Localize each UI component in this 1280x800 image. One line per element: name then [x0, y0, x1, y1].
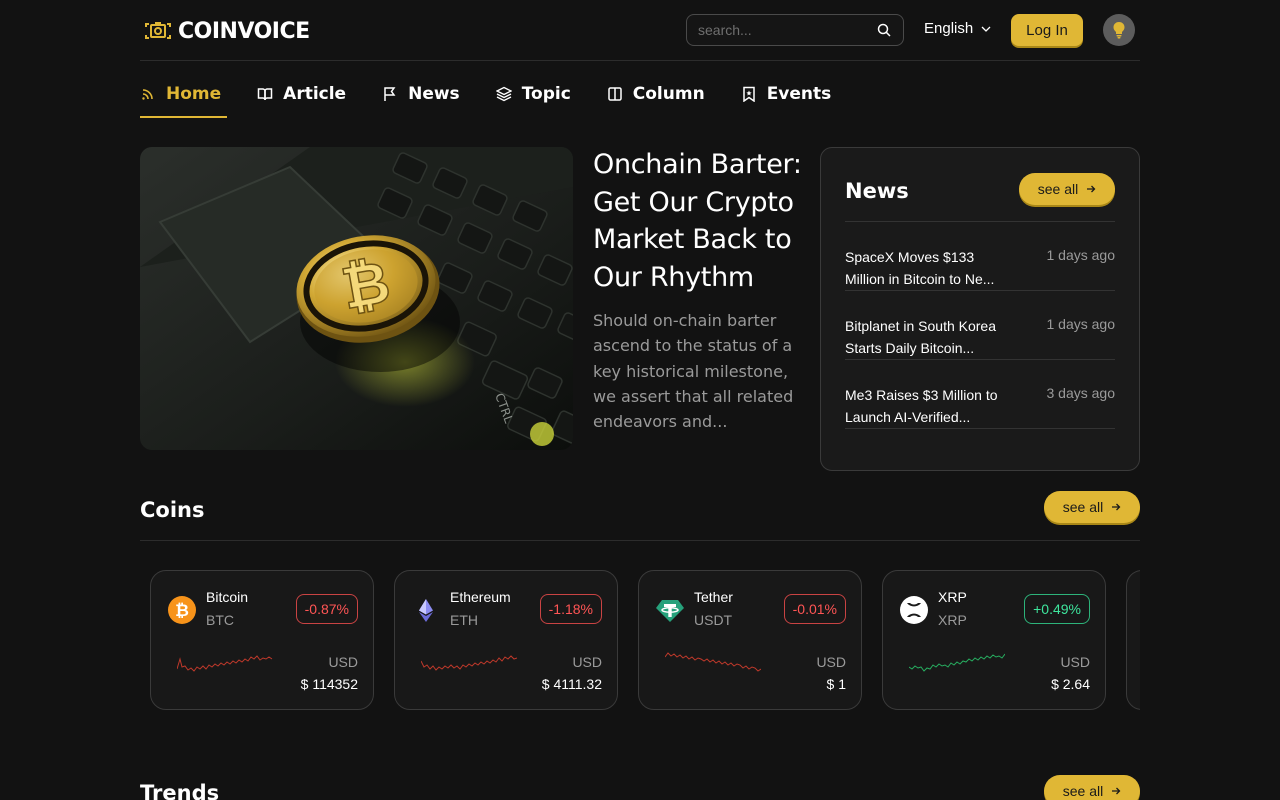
login-button[interactable]: Log In: [1011, 14, 1083, 46]
search-box[interactable]: [686, 14, 904, 46]
ethereum-icon: [419, 599, 433, 622]
coin-symbol: ETH: [450, 612, 478, 628]
hero-image[interactable]: ₿ CTRL: [140, 147, 573, 450]
xrp-icon: [900, 596, 928, 624]
news-item[interactable]: Me3 Raises $3 Million to Launch AI-Verif…: [845, 360, 1115, 429]
language-selector[interactable]: English: [924, 20, 991, 37]
section-divider: [140, 540, 1140, 541]
tether-icon: [656, 600, 684, 622]
coin-currency: USD: [328, 654, 358, 670]
news-item[interactable]: Bitplanet in South Korea Starts Daily Bi…: [845, 291, 1115, 360]
coin-price: $ 4111.32: [541, 676, 602, 692]
coin-card-xrp[interactable]: XRP XRP +0.49% USD $ 2.64: [882, 570, 1106, 710]
news-headline[interactable]: Me3 Raises $3 Million to Launch AI-Verif…: [845, 384, 1010, 428]
nav-item-events[interactable]: Events: [741, 70, 832, 118]
coin-name: XRP: [938, 589, 967, 605]
news-list: SpaceX Moves $133 Million in Bitcoin to …: [845, 221, 1115, 429]
layers-icon: [495, 86, 512, 102]
coin-change-badge: -0.01%: [783, 594, 846, 624]
coin-name: Tether: [694, 589, 733, 605]
coin-card-tether[interactable]: Tether USDT -0.01% USD $ 1: [638, 570, 862, 710]
news-time: 1 days ago: [1046, 247, 1116, 263]
arrow-right-icon: [1112, 503, 1121, 511]
coin-symbol: BTC: [206, 612, 234, 628]
book-icon: [257, 88, 273, 101]
sparkline: [909, 653, 1005, 672]
coin-card-partial[interactable]: [1126, 570, 1140, 710]
coin-change-badge: -1.18%: [539, 594, 602, 624]
nav-label: News: [408, 84, 460, 104]
coin-change-badge: +0.49%: [1024, 594, 1090, 624]
nav-item-news[interactable]: News: [382, 70, 460, 118]
logo[interactable]: COINVOICE: [144, 18, 310, 44]
rss-icon: [142, 89, 153, 100]
coins-carousel[interactable]: ₿ Bitcoin BTC -0.87% USD $ 114352 Ethere…: [140, 570, 1140, 710]
coin-currency: USD: [572, 654, 602, 670]
coin-currency: USD: [816, 654, 846, 670]
flag-icon: [384, 87, 396, 101]
coins-see-all-button[interactable]: see all: [1044, 491, 1140, 523]
see-all-label: see all: [1062, 783, 1104, 799]
arrow-right-icon: [1087, 185, 1096, 193]
sparkline: [665, 652, 761, 672]
nav-item-column[interactable]: Column: [607, 70, 705, 118]
nav-item-home[interactable]: Home: [140, 70, 228, 118]
trends-see-all-button[interactable]: see all: [1044, 775, 1140, 800]
see-all-label: see all: [1037, 181, 1079, 197]
svg-text:₿: ₿: [175, 601, 189, 621]
coin-currency: USD: [1060, 654, 1090, 670]
hero-title[interactable]: Onchain Barter: Get Our Crypto Market Ba…: [593, 146, 808, 296]
header: COINVOICE English Log In: [140, 0, 1140, 61]
sparkline: [421, 655, 517, 671]
coin-price: $ 2.64: [1051, 676, 1090, 692]
nav-label: Column: [632, 84, 705, 104]
search-icon[interactable]: [877, 23, 891, 37]
coin-symbol: USDT: [694, 612, 733, 628]
coins-section-title: Coins: [140, 498, 205, 522]
news-headline[interactable]: Bitplanet in South Korea Starts Daily Bi…: [845, 315, 1010, 359]
nav-item-article[interactable]: Article: [257, 70, 346, 118]
bitcoin-keyboard-image: ₿ CTRL: [140, 147, 573, 450]
bitcoin-icon: ₿: [168, 596, 196, 624]
theme-toggle[interactable]: [1103, 14, 1135, 46]
coin-card-bitcoin[interactable]: ₿ Bitcoin BTC -0.87% USD $ 114352: [150, 570, 374, 710]
news-panel: News see all SpaceX Moves $133 Million i…: [820, 147, 1140, 471]
logo-text: COINVOICE: [178, 18, 310, 44]
nav-label: Topic: [521, 84, 571, 104]
nav-label: Home: [166, 84, 222, 104]
columns-icon: [608, 87, 622, 101]
sparkline: [177, 655, 273, 672]
camera-logo-icon: [145, 22, 171, 39]
news-time: 3 days ago: [1046, 385, 1116, 401]
hero-description: Should on-chain barter ascend to the sta…: [593, 311, 794, 432]
chevron-down-icon: [981, 26, 991, 32]
trends-section-title: Trends: [140, 781, 220, 800]
news-see-all-button[interactable]: see all: [1019, 173, 1115, 205]
nav-item-topic[interactable]: Topic: [495, 70, 571, 118]
main-nav: Home Article News Topic Column Events: [140, 70, 867, 118]
nav-label: Article: [283, 84, 347, 104]
coin-name: Bitcoin: [206, 589, 249, 605]
coin-name: Ethereum: [450, 589, 511, 605]
search-input[interactable]: [687, 22, 867, 38]
news-headline[interactable]: SpaceX Moves $133 Million in Bitcoin to …: [845, 246, 1010, 290]
lightbulb-icon: [1113, 22, 1125, 39]
coin-card-ethereum[interactable]: Ethereum ETH -1.18% USD $ 4111.32: [394, 570, 618, 710]
coin-change-badge: -0.87%: [295, 594, 358, 624]
coin-price: $ 1: [826, 676, 846, 692]
news-item[interactable]: SpaceX Moves $133 Million in Bitcoin to …: [845, 222, 1115, 291]
nav-label: Events: [766, 84, 832, 104]
bookmark-icon: [742, 86, 755, 102]
coin-price: $ 114352: [300, 676, 358, 692]
language-label: English: [924, 20, 974, 37]
coin-symbol: XRP: [938, 612, 967, 628]
news-time: 1 days ago: [1046, 316, 1116, 332]
see-all-label: see all: [1062, 499, 1104, 515]
arrow-right-icon: [1112, 787, 1121, 795]
news-panel-title: News: [845, 179, 909, 203]
